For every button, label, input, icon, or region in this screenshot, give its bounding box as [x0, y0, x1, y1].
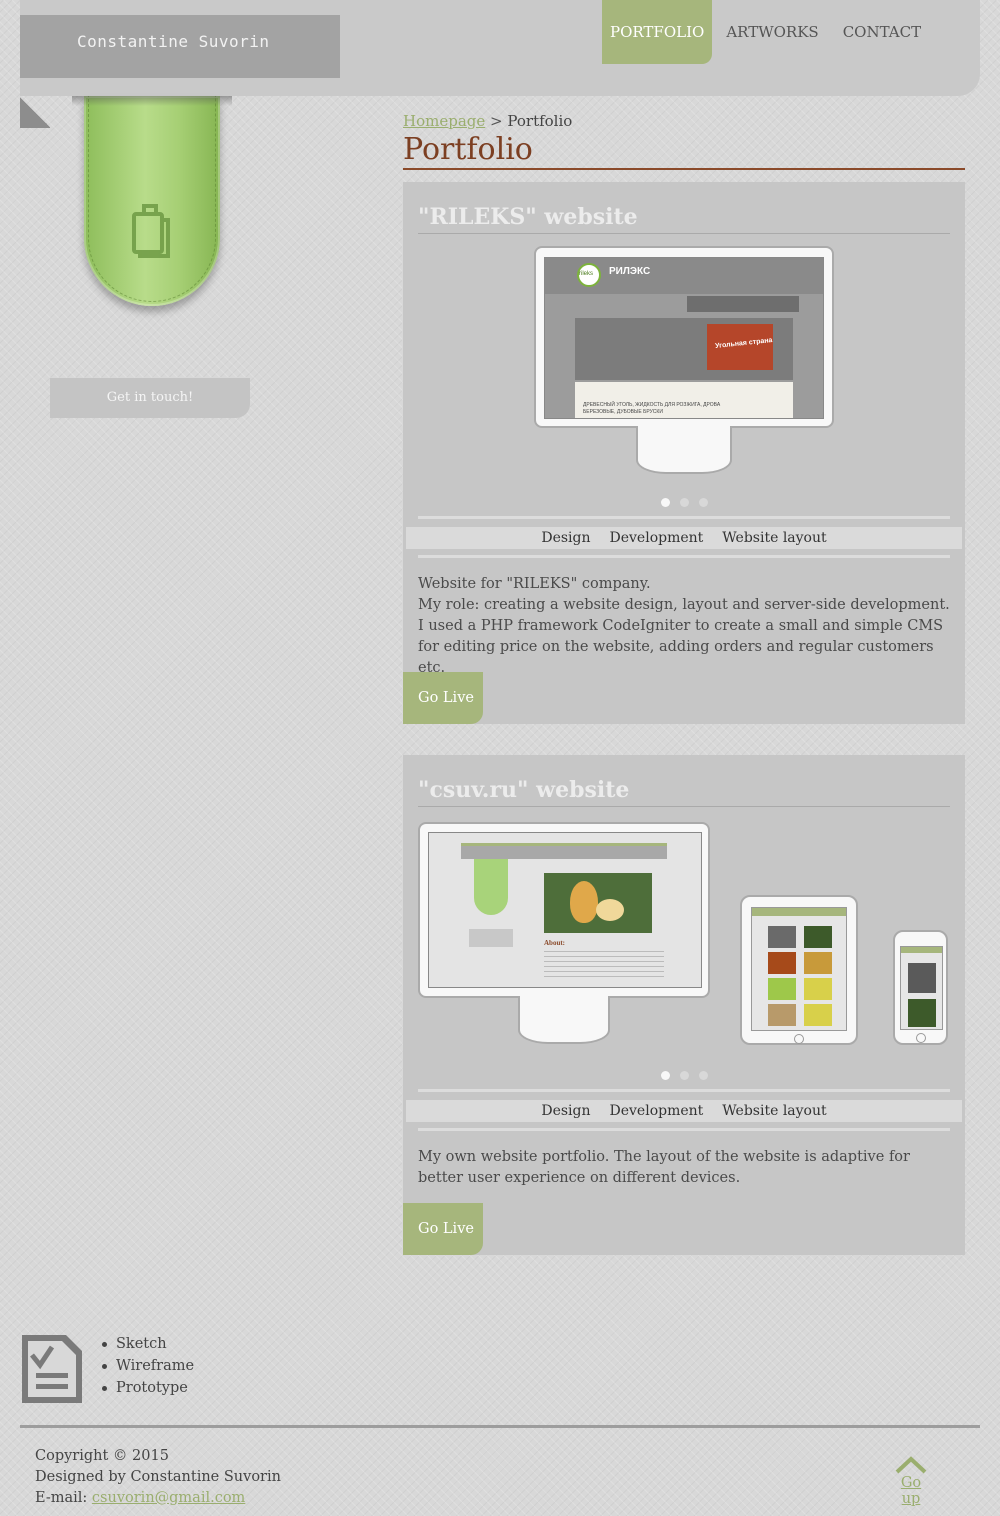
carousel-dot[interactable]: [698, 1071, 708, 1080]
csuv-about-heading: About:: [544, 939, 566, 947]
project-tags: Design Development Website layout: [406, 1100, 962, 1122]
nav-contact[interactable]: CONTACT: [835, 0, 937, 64]
tag-development: Development: [609, 530, 704, 546]
logo[interactable]: Constantine Suvorin: [20, 15, 340, 78]
go-up-label: Go up: [900, 1475, 922, 1507]
email-link[interactable]: csuvorin@gmail.com: [92, 1490, 245, 1506]
csuv-tablet-screenshot: [751, 907, 847, 1031]
rileks-screenshot: rileks РИЛЭКС Угольная страна ДРЕВЕСНЫЙ …: [544, 257, 824, 419]
breadcrumb-separator: >: [490, 112, 503, 130]
project-title: "csuv.ru" website: [418, 777, 950, 807]
rileks-body-text: ДРЕВЕСНЫЙ УГОЛЬ, ЖИДКОСТЬ ДЛЯ РОЗЖИГА, Д…: [583, 402, 721, 415]
ribbon-bookmark: [84, 96, 220, 306]
breadcrumb-current: Portfolio: [507, 112, 573, 130]
nav-artworks[interactable]: ARTWORKS: [718, 0, 834, 64]
tag-development: Development: [609, 1103, 704, 1119]
go-live-button[interactable]: Go Live: [403, 1203, 483, 1255]
carousel-dot[interactable]: [679, 498, 689, 507]
description-line: My role: creating a website design, layo…: [418, 597, 950, 676]
rileks-title: РИЛЭКС: [609, 266, 651, 277]
list-item: Sketch: [101, 1333, 194, 1355]
document-check-icon: [22, 1335, 82, 1403]
rileks-brand: rileks: [579, 271, 594, 277]
tag-website-layout: Website layout: [722, 1103, 827, 1119]
list-item: Prototype: [101, 1377, 194, 1399]
breadcrumb: Homepage > Portfolio: [403, 112, 572, 130]
ribbon-fold: [20, 96, 50, 128]
clipboard-icon: [132, 204, 170, 258]
copyright: Copyright © 2015: [35, 1448, 169, 1464]
carousel-dots: [403, 1065, 965, 1084]
carousel-dot[interactable]: [660, 498, 670, 507]
go-up-button[interactable]: Go up: [891, 1453, 931, 1507]
phone-mockup[interactable]: [893, 930, 948, 1045]
csuv-desktop-screenshot: About:: [428, 832, 702, 988]
get-in-touch-button[interactable]: Get in touch!: [50, 378, 250, 418]
monitor-mockup[interactable]: rileks РИЛЭКС Угольная страна ДРЕВЕСНЫЙ …: [534, 246, 834, 476]
project-title: "RILEKS" website: [418, 204, 950, 234]
monitor-mockup[interactable]: About:: [418, 822, 710, 1046]
email-line: E-mail: csuvorin@gmail.com: [35, 1488, 281, 1509]
chevron-up-icon: [895, 1456, 927, 1474]
page-title: Portfolio: [403, 132, 965, 170]
carousel-dot[interactable]: [679, 1071, 689, 1080]
project-tags: Design Development Website layout: [406, 527, 962, 549]
list-item: Wireframe: [101, 1355, 194, 1377]
nav-portfolio[interactable]: PORTFOLIO: [602, 0, 713, 64]
divider: [418, 555, 950, 558]
project-description: Website for "RILEKS" company. My role: c…: [418, 574, 953, 679]
divider: [418, 1128, 950, 1131]
project-card-rileks: "RILEKS" website rileks РИЛЭКС Угольная …: [403, 182, 965, 724]
logo-text: Constantine Suvorin: [77, 32, 270, 51]
divider: [418, 1089, 950, 1092]
divider: [418, 516, 950, 519]
footer-divider: [20, 1425, 980, 1428]
description-line: My own website portfolio. The layout of …: [418, 1149, 910, 1186]
tag-design: Design: [541, 1103, 591, 1119]
site-header: Constantine Suvorin PORTFOLIO ARTWORKS C…: [20, 0, 980, 96]
project-description: My own website portfolio. The layout of …: [418, 1147, 953, 1189]
rileks-banner: Угольная страна: [714, 337, 773, 350]
tag-website-layout: Website layout: [722, 530, 827, 546]
go-live-button[interactable]: Go Live: [403, 672, 483, 724]
carousel-dot[interactable]: [660, 1071, 670, 1080]
carousel-dot[interactable]: [698, 498, 708, 507]
description-line: Website for "RILEKS" company.: [418, 576, 651, 592]
project-card-csuv: "csuv.ru" website About: Design Developm…: [403, 755, 965, 1255]
process-list: Sketch Wireframe Prototype: [101, 1333, 194, 1399]
main-nav: PORTFOLIO ARTWORKS CONTACT: [602, 0, 937, 64]
breadcrumb-home-link[interactable]: Homepage: [403, 112, 485, 130]
footer-info: Copyright © 2015 Designed by Constantine…: [35, 1446, 281, 1509]
ribbon-shadow: [72, 96, 232, 106]
tablet-mockup[interactable]: [740, 895, 858, 1045]
csuv-phone-screenshot: [900, 946, 943, 1030]
email-label: E-mail:: [35, 1490, 88, 1506]
tag-design: Design: [541, 530, 591, 546]
carousel-dots: [403, 492, 965, 511]
designed-by: Designed by Constantine Suvorin: [35, 1469, 281, 1485]
